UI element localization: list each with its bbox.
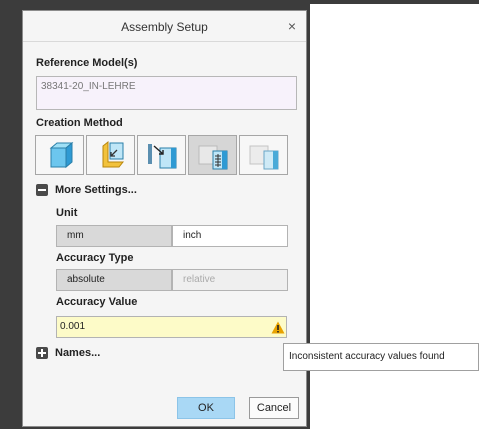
names-label: Names... bbox=[55, 347, 101, 359]
reference-model-value: 38341-20_IN-LEHRE bbox=[41, 81, 136, 92]
frame-corner-icon bbox=[249, 145, 279, 170]
expand-plus-icon bbox=[36, 347, 48, 359]
dialog-title: Assembly Setup bbox=[121, 20, 208, 34]
reference-model-field[interactable]: 38341-20_IN-LEHRE bbox=[36, 76, 297, 110]
more-settings-label: More Settings... bbox=[55, 184, 137, 196]
creation-method-toolbar bbox=[35, 135, 298, 175]
accuracy-type-absolute[interactable]: absolute bbox=[56, 269, 172, 291]
creation-method-button-3[interactable] bbox=[137, 135, 186, 175]
creation-method-label: Creation Method bbox=[36, 117, 123, 129]
more-settings-toggle[interactable]: More Settings... bbox=[36, 184, 137, 196]
creation-method-button-5[interactable] bbox=[239, 135, 288, 175]
close-icon[interactable]: × bbox=[288, 18, 296, 34]
warning-icon[interactable] bbox=[271, 321, 285, 334]
unit-option-mm[interactable]: mm bbox=[56, 225, 172, 247]
warning-tooltip: Inconsistent accuracy values found bbox=[283, 343, 479, 371]
reference-model-label: Reference Model(s) bbox=[36, 57, 138, 69]
accuracy-type-selector: absolute relative bbox=[56, 269, 288, 291]
title-bar[interactable]: Assembly Setup × bbox=[23, 11, 306, 42]
cancel-button[interactable]: Cancel bbox=[249, 397, 299, 419]
names-toggle[interactable]: Names... bbox=[36, 347, 100, 359]
accuracy-type-relative[interactable]: relative bbox=[172, 269, 288, 291]
corner-placement-icon bbox=[102, 140, 125, 168]
ok-button[interactable]: OK bbox=[177, 397, 235, 419]
accuracy-value-input[interactable]: 0.001 bbox=[56, 316, 287, 338]
creation-method-button-2[interactable] bbox=[86, 135, 135, 175]
assembly-setup-dialog: Assembly Setup × Reference Model(s) 3834… bbox=[22, 10, 307, 427]
creation-method-button-4[interactable] bbox=[188, 135, 237, 175]
unit-option-inch[interactable]: inch bbox=[172, 225, 288, 247]
arrow-into-frame-icon bbox=[148, 144, 177, 169]
accuracy-type-label: Accuracy Type bbox=[56, 252, 134, 264]
unit-selector: mm inch bbox=[56, 225, 288, 247]
background-strip bbox=[0, 0, 479, 4]
unit-label: Unit bbox=[56, 207, 78, 219]
cube-icon bbox=[49, 141, 74, 169]
accuracy-value-label: Accuracy Value bbox=[56, 296, 138, 308]
ruler-frame-icon bbox=[198, 145, 228, 170]
collapse-minus-icon bbox=[36, 184, 48, 196]
creation-method-button-1[interactable] bbox=[35, 135, 84, 175]
